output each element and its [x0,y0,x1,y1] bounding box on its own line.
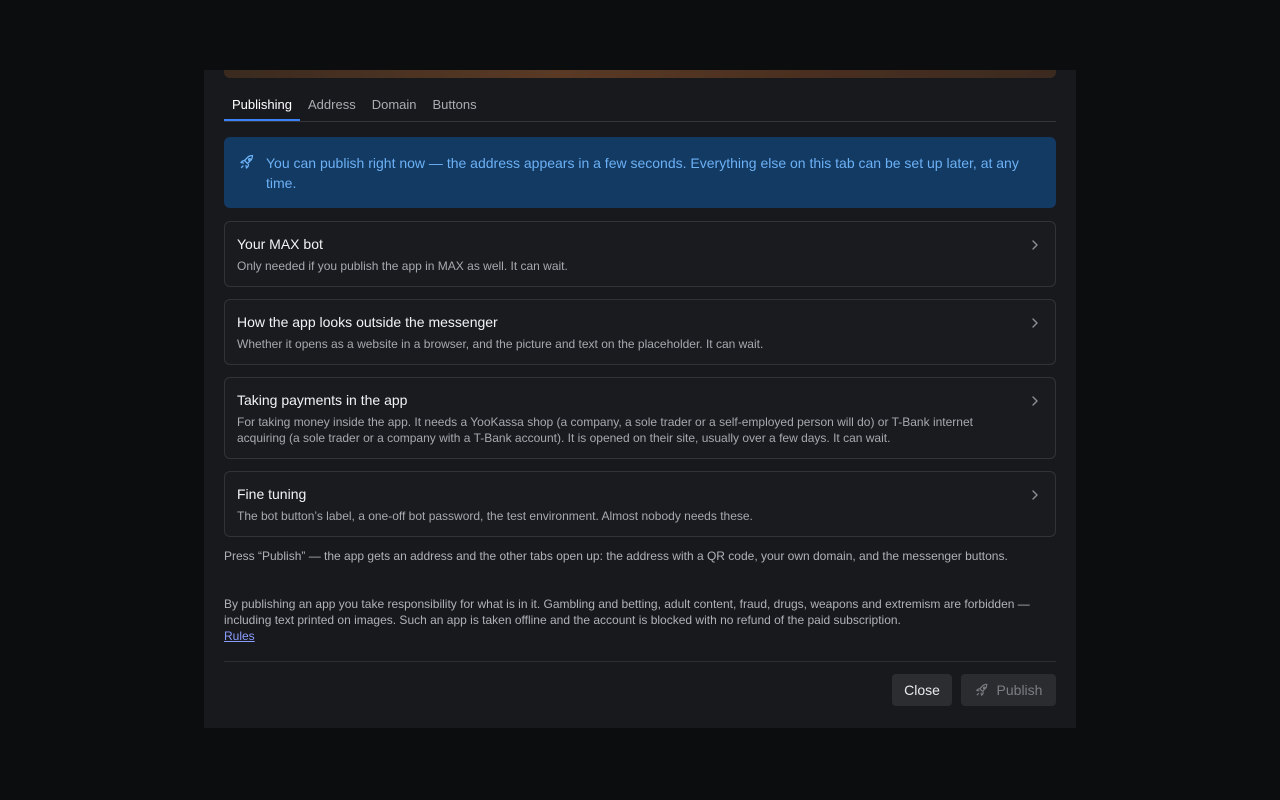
tab-address[interactable]: Address [300,90,364,121]
publish-hint: Press “Publish” — the app gets an addres… [224,549,1008,563]
tab-buttons[interactable]: Buttons [425,90,485,121]
chevron-right-icon [1032,490,1038,500]
close-button[interactable]: Close [892,674,952,706]
info-banner-text: You can publish right now — the address … [266,155,1019,191]
tab-bar: Publishing Address Domain Buttons [224,90,1056,122]
card-description: The bot button’s label, a one-off bot pa… [237,509,753,523]
footer-divider [224,661,1056,662]
rules-link[interactable]: Rules [224,629,255,643]
card-outside-messenger[interactable]: How the app looks outside the messenger … [224,299,1056,365]
chevron-right-icon [1032,240,1038,250]
card-title: Fine tuning [237,486,307,502]
card-fine-tuning[interactable]: Fine tuning The bot button’s label, a on… [224,471,1056,537]
card-title: Taking payments in the app [237,392,408,408]
card-title: Your MAX bot [237,236,323,252]
info-banner: You can publish right now — the address … [224,137,1056,208]
header-image-strip [224,70,1056,78]
card-description: For taking money inside the app. It need… [237,415,973,445]
chevron-right-icon [1032,396,1038,406]
chevron-right-icon [1032,318,1038,328]
rocket-icon [975,683,987,696]
card-payments[interactable]: Taking payments in the app For taking mo… [224,377,1056,459]
card-max-bot[interactable]: Your MAX bot Only needed if you publish … [224,221,1056,287]
publish-button[interactable]: Publish [961,674,1056,706]
responsibility-notice: By publishing an app you take responsibi… [224,596,1044,644]
rocket-icon [240,154,254,169]
card-description: Whether it opens as a website in a brows… [237,337,764,351]
publish-dialog: Publishing Address Domain Buttons You ca… [204,70,1076,728]
tab-domain[interactable]: Domain [364,90,425,121]
card-title: How the app looks outside the messenger [237,314,498,330]
responsibility-text: By publishing an app you take responsibi… [224,597,1030,627]
tab-publishing[interactable]: Publishing [224,90,300,121]
publish-button-label: Publish [996,682,1043,698]
card-description: Only needed if you publish the app in MA… [237,259,568,273]
